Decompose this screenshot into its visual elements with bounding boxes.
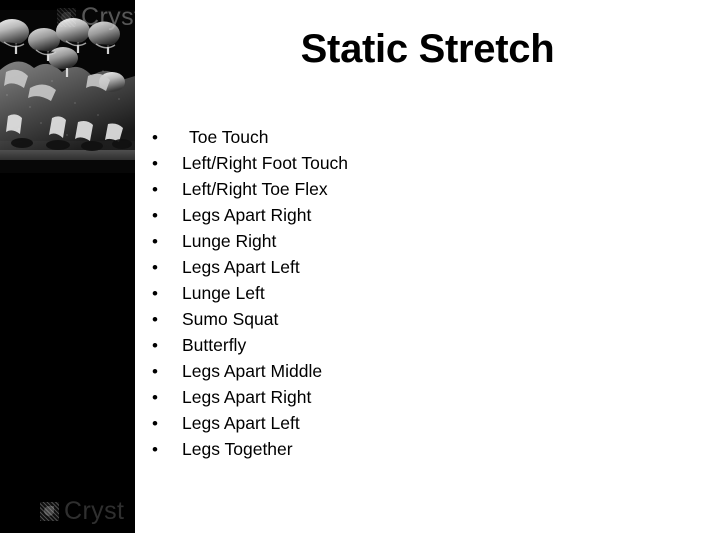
list-item: • Sumo Squat	[152, 306, 672, 332]
list-item-label: Legs Apart Left	[182, 257, 300, 277]
bullet-marker-icon: •	[152, 180, 158, 199]
bullet-marker-icon: •	[152, 206, 158, 225]
list-item-label: Toe Touch	[189, 127, 269, 147]
list-item: • Legs Apart Right	[152, 384, 672, 410]
crystalgraphics-logo-icon	[40, 502, 59, 521]
list-item: • Lunge Left	[152, 280, 672, 306]
list-item-label: Legs Apart Right	[182, 205, 312, 225]
list-item-label: Butterfly	[182, 335, 247, 355]
list-item-label: Legs Apart Left	[182, 413, 300, 433]
slide-title: Static Stretch	[300, 27, 555, 71]
football-photo	[0, 10, 135, 173]
left-image-panel: Cryst Cryst	[0, 0, 135, 533]
list-item: • Legs Together	[152, 436, 672, 462]
bullet-marker-icon: •	[152, 258, 158, 277]
list-item-label: Lunge Right	[182, 231, 277, 251]
list-item: • Legs Apart Left	[152, 254, 672, 280]
bullet-marker-icon: •	[152, 362, 158, 381]
watermark-bottom-text: Cryst	[64, 497, 125, 525]
list-item-label: Legs Apart Middle	[182, 361, 323, 381]
list-item: • Toe Touch	[152, 124, 672, 150]
list-item-label: Left/Right Toe Flex	[182, 179, 328, 199]
bullet-marker-icon: •	[152, 440, 158, 459]
list-item: • Butterfly	[152, 332, 672, 358]
list-item: • Lunge Right	[152, 228, 672, 254]
slide-canvas: Cryst Cryst Static Stretch • Toe Touch •…	[0, 0, 720, 540]
list-item: • Left/Right Foot Touch	[152, 150, 672, 176]
list-item: • Left/Right Toe Flex	[152, 176, 672, 202]
watermark-bottom: Cryst	[40, 497, 124, 526]
bullet-marker-icon: •	[152, 154, 158, 173]
bullet-marker-icon: •	[152, 336, 158, 355]
football-photo-graphic	[0, 10, 135, 173]
bullet-list: • Toe Touch • Left/Right Foot Touch • Le…	[152, 124, 672, 462]
list-item-label: Lunge Left	[182, 283, 265, 303]
list-item: • Legs Apart Right	[152, 202, 672, 228]
list-item: • Legs Apart Left	[152, 410, 672, 436]
list-item: • Legs Apart Middle	[152, 358, 672, 384]
list-item-label: Legs Together	[182, 439, 293, 459]
bullet-marker-icon: •	[152, 310, 158, 329]
bullet-marker-icon: •	[152, 388, 158, 407]
list-item-label: Left/Right Foot Touch	[182, 153, 349, 173]
list-item-label: Sumo Squat	[182, 309, 279, 329]
bullet-marker-icon: •	[152, 414, 158, 433]
bullet-marker-icon: •	[152, 128, 158, 147]
bullet-marker-icon: •	[152, 284, 158, 303]
bullet-marker-icon: •	[152, 232, 158, 251]
list-item-label: Legs Apart Right	[182, 387, 312, 407]
